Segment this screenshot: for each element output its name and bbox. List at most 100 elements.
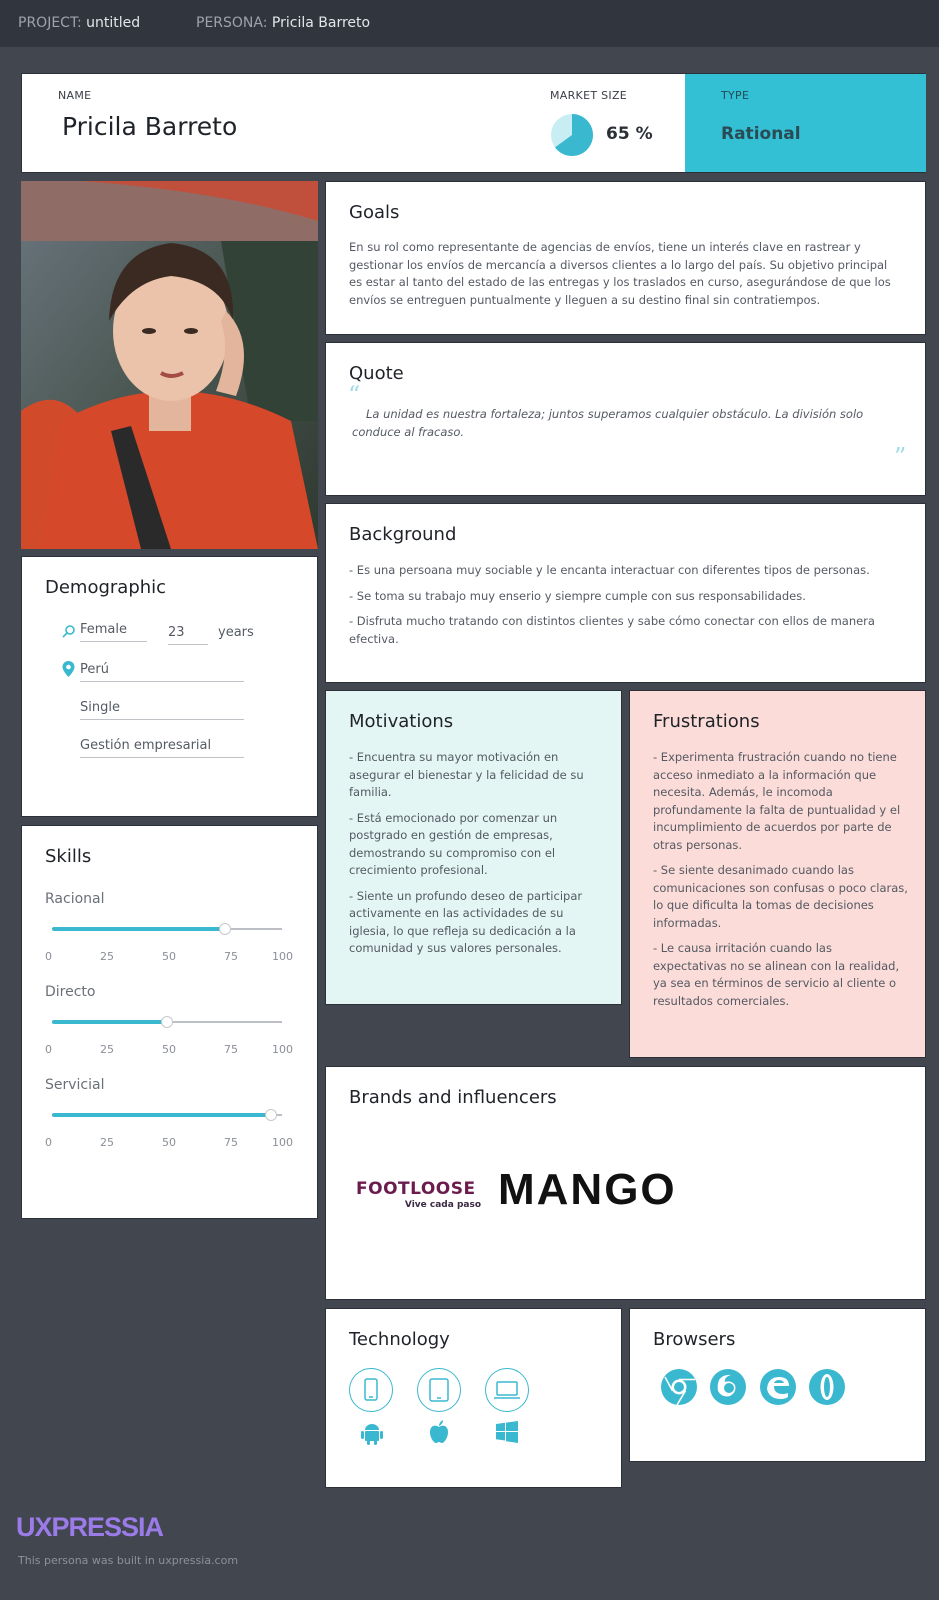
project-label: PROJECT:: [18, 15, 82, 31]
skills-title: Skills: [45, 846, 92, 867]
market-size-value: 65 %: [606, 124, 653, 144]
type-value: Rational: [721, 124, 801, 144]
demographic-title: Demographic: [45, 577, 167, 598]
edge-icon: [760, 1369, 796, 1405]
skill-label: Racional: [45, 891, 105, 907]
skill-scale: 0 25 50 75 100: [45, 1043, 293, 1057]
technology-title: Technology: [349, 1329, 450, 1350]
opera-icon: [809, 1369, 845, 1405]
age-unit: years: [218, 625, 254, 640]
skill-tick-label: 25: [100, 950, 114, 963]
persona-value: Pricila Barreto: [271, 15, 371, 31]
status-field[interactable]: Single: [80, 700, 244, 720]
skill-tick-label: 25: [100, 1136, 114, 1149]
tablet-icon: [417, 1368, 461, 1412]
skills-card: Skills Racional 0 25 50 75 100 Directo 0 25 50 75 1…: [21, 825, 318, 1219]
skill-tick-label: 50: [162, 950, 176, 963]
top-bar: PROJECT: untitled PERSONA: Pricila Barre…: [0, 0, 939, 47]
skill-tick-label: 0: [45, 950, 52, 963]
background-card: Background - Es una persoana muy sociabl…: [325, 503, 926, 683]
apple-icon: [430, 1420, 448, 1443]
windows-icon: [496, 1421, 518, 1443]
skill-slider[interactable]: [52, 1016, 282, 1028]
name-label: NAME: [58, 89, 92, 102]
project-info[interactable]: PROJECT: untitled: [18, 15, 140, 31]
market-size-label: MARKET SIZE: [550, 89, 628, 102]
location-field[interactable]: Perú: [80, 662, 244, 682]
demographic-card: Demographic Female 23 years Perú Single …: [21, 556, 318, 817]
motivation-item: - Siente un profundo deseo de participar…: [349, 888, 583, 956]
brands-title: Brands and influencers: [349, 1087, 557, 1108]
browsers-title: Browsers: [653, 1329, 736, 1350]
close-quote-icon: ”: [894, 443, 907, 471]
background-list: - Es una persoana muy sociable y le enca…: [349, 562, 902, 656]
skill-scale: 0 25 50 75 100: [45, 1136, 293, 1150]
type-label: TYPE: [721, 89, 750, 102]
persona-info[interactable]: PERSONA: Pricila Barreto: [196, 15, 370, 31]
frustration-item: - Se siente desanimado cuando las comuni…: [653, 863, 908, 930]
motivations-card: Motivations - Encuentra su mayor motivac…: [325, 690, 622, 1005]
skill-tick-label: 25: [100, 1043, 114, 1056]
motivations-title: Motivations: [349, 711, 454, 732]
skill-tick-label: 100: [272, 1043, 293, 1056]
project-value: untitled: [86, 15, 141, 31]
background-item: - Disfruta mucho tratando con distintos …: [349, 614, 875, 646]
frustration-item: - Le causa irritación cuando las expecta…: [653, 941, 900, 1008]
skill-tick-label: 0: [45, 1043, 52, 1056]
portrait-image: [21, 181, 318, 549]
chrome-icon: [661, 1369, 697, 1406]
skill-tick-label: 75: [224, 1136, 238, 1149]
persona-photo[interactable]: [21, 181, 318, 549]
skill-slider-thumb[interactable]: [218, 923, 231, 935]
background-title: Background: [349, 524, 457, 545]
skill-tick-label: 75: [224, 950, 238, 963]
skill-slider-thumb[interactable]: [161, 1016, 173, 1028]
motivation-item: - Está emocionado por comenzar un postgr…: [349, 810, 558, 878]
android-icon: [361, 1424, 383, 1445]
motivations-list: - Encuentra su mayor motivación en asegu…: [349, 749, 599, 966]
mango-logo[interactable]: MANGO: [498, 1165, 677, 1215]
skill-slider-fill: [52, 1020, 167, 1024]
goals-title: Goals: [349, 202, 400, 223]
skill-slider[interactable]: [52, 1109, 282, 1121]
age-field[interactable]: 23: [168, 625, 208, 645]
occupation-field[interactable]: Gestión empresarial: [80, 738, 244, 758]
frustration-item: - Experimenta frustración cuando no tien…: [653, 750, 901, 852]
skill-tick-label: 50: [162, 1043, 176, 1056]
background-item: - Se toma su trabajo muy enserio y siemp…: [349, 588, 806, 603]
skill-tick-label: 0: [45, 1136, 52, 1149]
frustrations-card: Frustrations - Experimenta frustración c…: [629, 690, 926, 1058]
goals-card: Goals En su rol como representante de ag…: [325, 181, 926, 335]
frustrations-list: - Experimenta frustración cuando no tien…: [653, 749, 908, 1018]
skill-tick-label: 100: [272, 950, 293, 963]
skill-slider[interactable]: [52, 923, 282, 935]
skill-tick-label: 50: [162, 1136, 176, 1149]
footloose-logo[interactable]: FOOTLOOSE Vive cada paso: [356, 1179, 481, 1210]
skill-tick-label: 75: [224, 1043, 238, 1056]
smartphone-icon: [349, 1368, 393, 1412]
market-size-pie: [551, 114, 594, 156]
brands-card: Brands and influencers FOOTLOOSE Vive ca…: [325, 1066, 926, 1300]
background-item: - Es una persoana muy sociable y le enca…: [349, 563, 870, 577]
laptop-icon: [485, 1368, 529, 1412]
persona-name[interactable]: Pricila Barreto: [62, 112, 237, 141]
frustrations-title: Frustrations: [653, 711, 760, 732]
browsers-card: Browsers: [629, 1308, 926, 1462]
header-card: NAME Pricila Barreto MARKET SIZE 65 % TY…: [21, 73, 926, 173]
quote-text: La unidad es nuestra fortaleza; juntos s…: [352, 407, 864, 439]
quote-card: Quote “ La unidad es nuestra fortaleza; …: [325, 342, 926, 496]
uxpressia-logo[interactable]: UXPRESSIA: [16, 1512, 164, 1543]
motivation-item: - Encuentra su mayor motivación en asegu…: [349, 750, 584, 799]
skill-slider-fill: [52, 1113, 271, 1117]
footer-note[interactable]: This persona was built in uxpressia.com: [18, 1554, 238, 1567]
goals-text: En su rol como representante de agencias…: [349, 240, 891, 307]
skill-slider-fill: [52, 927, 225, 931]
gender-icon: [62, 625, 75, 638]
skill-label: Servicial: [45, 1077, 105, 1093]
type-panel[interactable]: TYPE Rational: [685, 74, 926, 172]
skill-slider-thumb[interactable]: [264, 1109, 277, 1121]
location-icon: [62, 661, 75, 677]
open-quote-icon: “: [348, 381, 361, 409]
gender-field[interactable]: Female: [80, 622, 147, 642]
firefox-icon: [710, 1369, 746, 1405]
